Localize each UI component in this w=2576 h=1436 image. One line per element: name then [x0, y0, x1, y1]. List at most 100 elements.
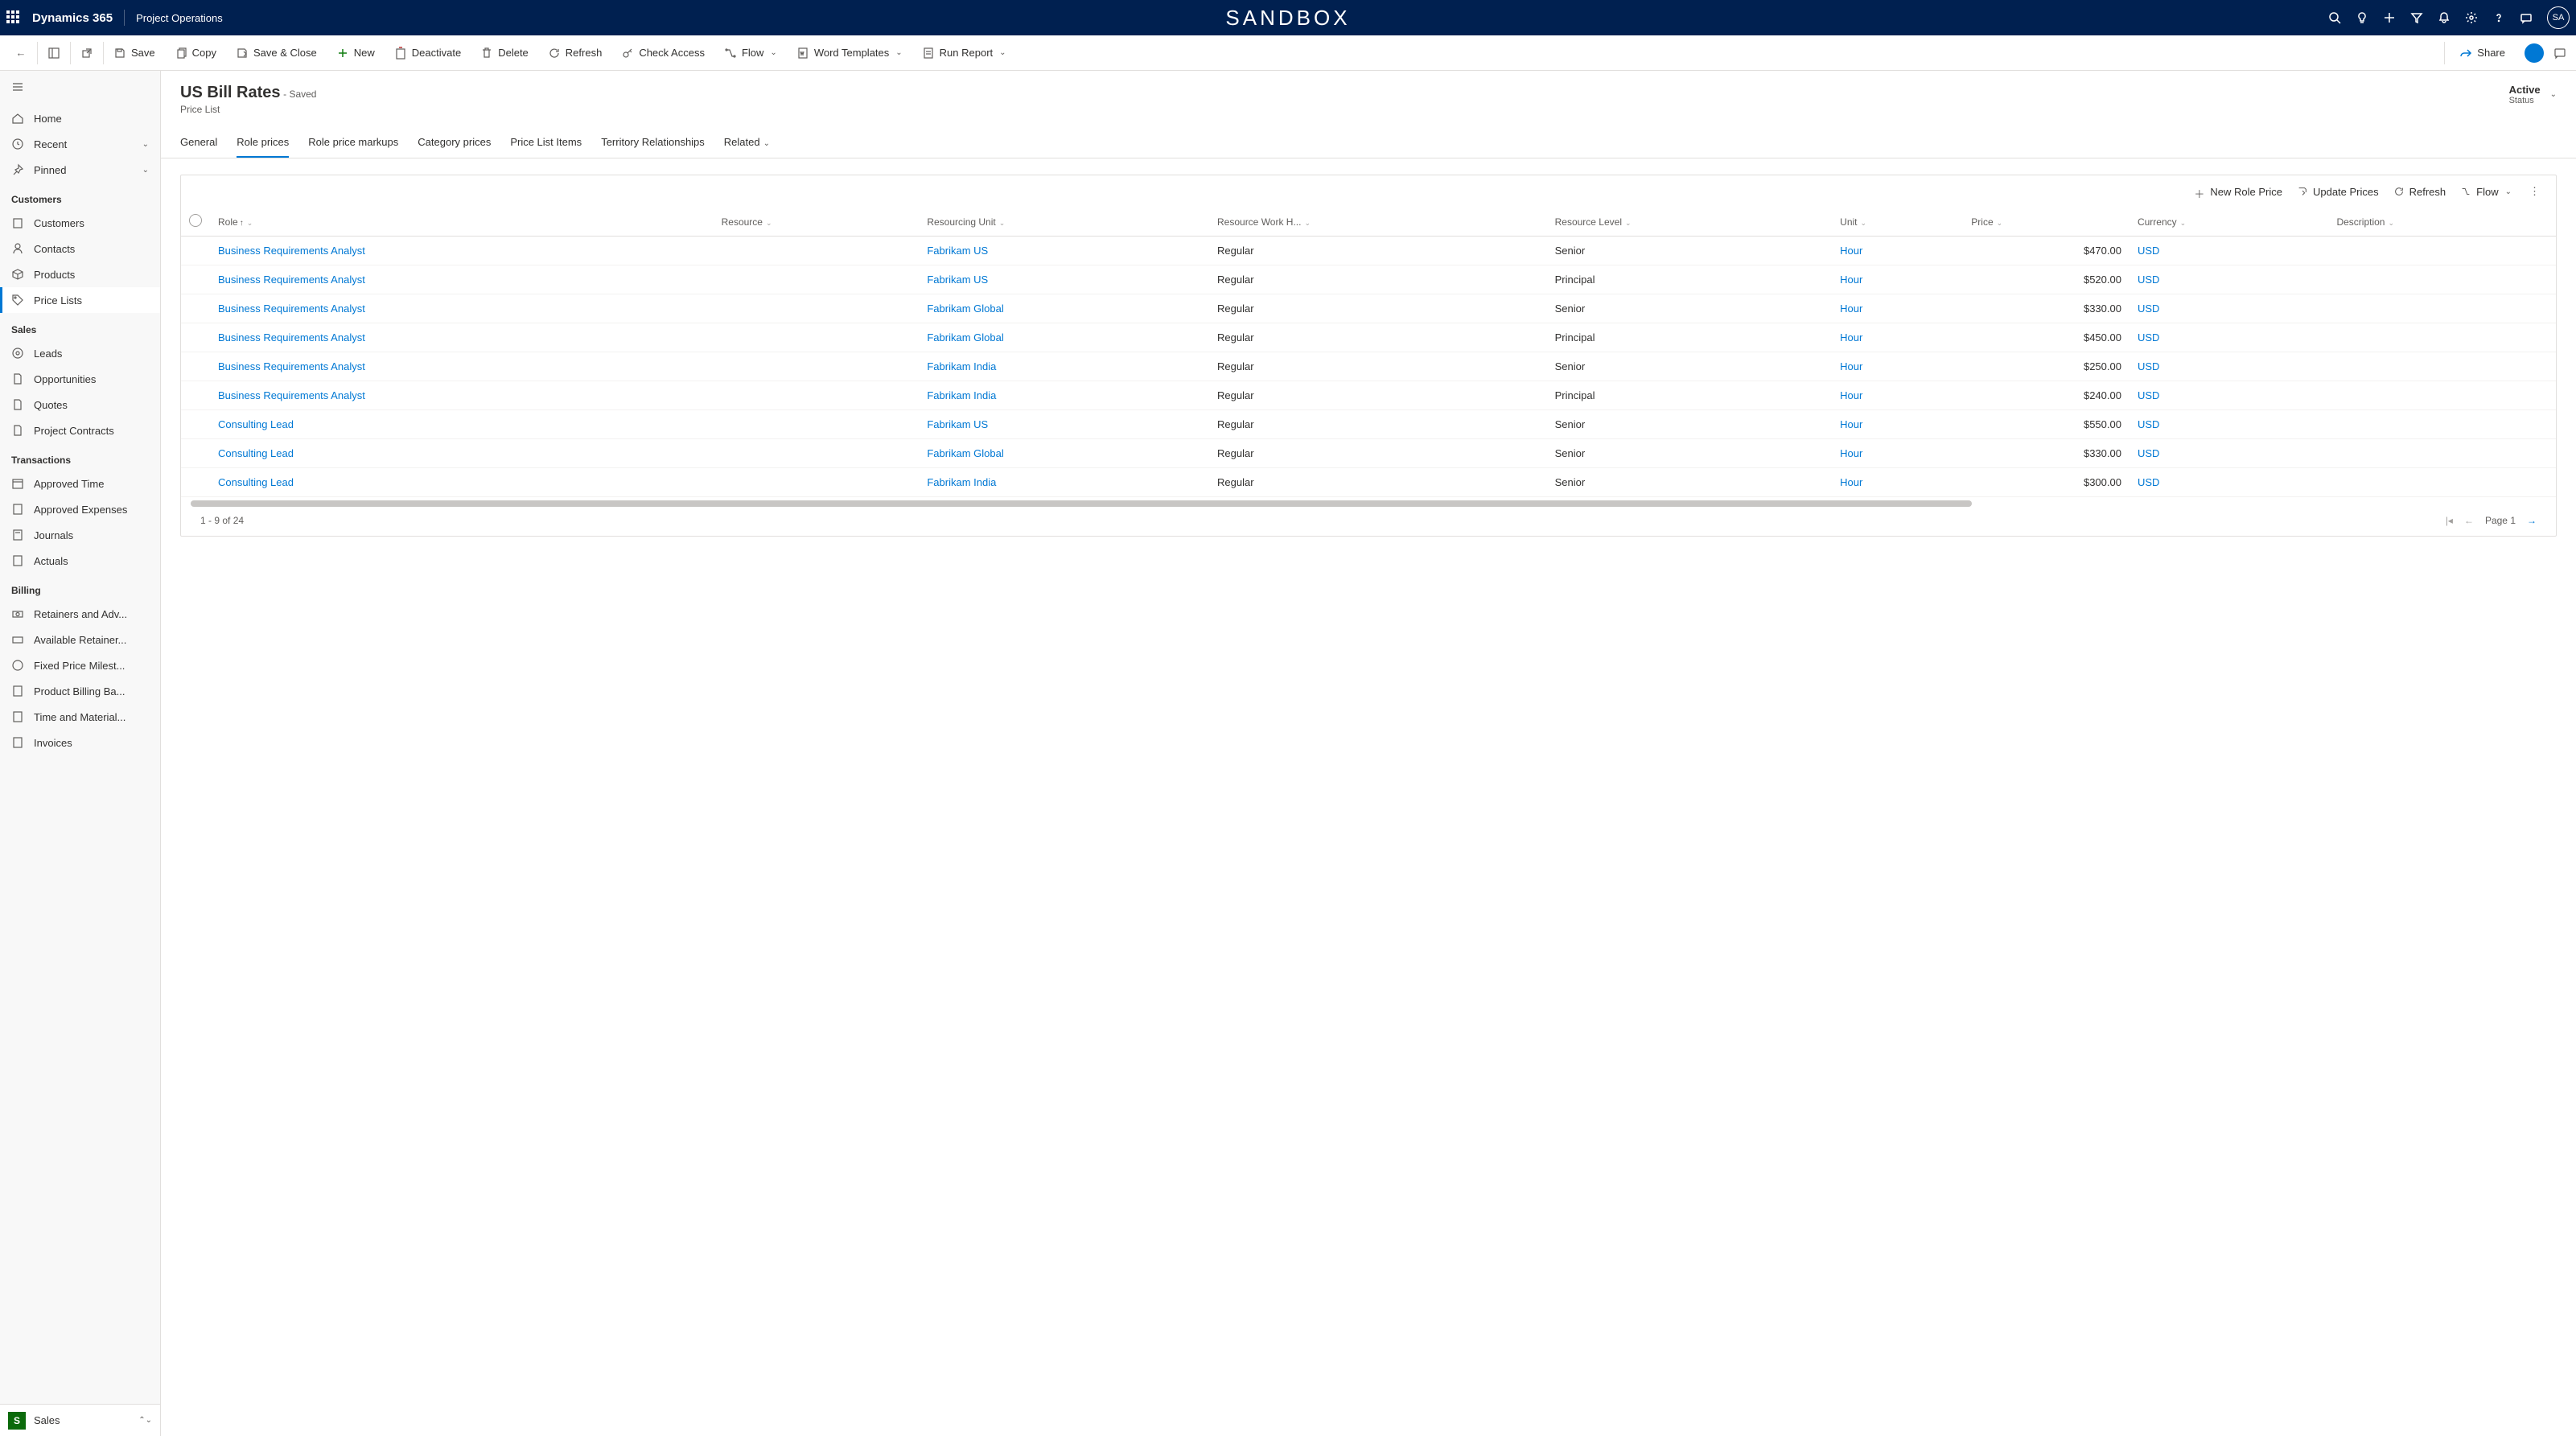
subgrid-more-button[interactable]: ⋮	[2526, 185, 2543, 198]
role-link[interactable]: Business Requirements Analyst	[218, 274, 365, 286]
row-select[interactable]	[181, 237, 210, 265]
nav-actuals[interactable]: Actuals	[0, 548, 160, 574]
subgrid-flow-button[interactable]: Flow⌄	[2460, 186, 2512, 198]
currency-link[interactable]: USD	[2138, 274, 2159, 286]
row-select[interactable]	[181, 410, 210, 439]
table-row[interactable]: Business Requirements Analyst Fabrikam Gl…	[181, 323, 2556, 352]
cell-work-hours[interactable]: Regular	[1209, 381, 1547, 410]
row-select[interactable]	[181, 468, 210, 497]
back-button[interactable]: ←	[5, 35, 37, 71]
cell-level[interactable]: Principal	[1547, 381, 1833, 410]
table-row[interactable]: Consulting LeadFabrikam IndiaRegularSeni…	[181, 468, 2556, 497]
cell-resourcing-unit[interactable]: Fabrikam Global	[919, 323, 1209, 352]
cell-role[interactable]: Consulting Lead	[210, 439, 714, 468]
cell-resourcing-unit[interactable]: Fabrikam US	[919, 237, 1209, 265]
nav-price-lists[interactable]: Price Lists	[0, 287, 160, 313]
cell-currency[interactable]: USD	[2130, 265, 2328, 294]
cell-description[interactable]	[2328, 468, 2556, 497]
nav-approved-time[interactable]: Approved Time	[0, 471, 160, 496]
unit-link[interactable]: Hour	[1840, 447, 1862, 459]
role-link[interactable]: Business Requirements Analyst	[218, 331, 365, 344]
role-link[interactable]: Business Requirements Analyst	[218, 389, 365, 401]
cell-currency[interactable]: USD	[2130, 323, 2328, 352]
cell-work-hours[interactable]: Regular	[1209, 468, 1547, 497]
cell-unit[interactable]: Hour	[1832, 410, 1963, 439]
role-link[interactable]: Consulting Lead	[218, 418, 294, 430]
nav-recent[interactable]: Recent⌄	[0, 131, 160, 157]
nav-customers[interactable]: Customers	[0, 210, 160, 236]
cell-description[interactable]	[2328, 410, 2556, 439]
module-label[interactable]: Project Operations	[136, 12, 223, 24]
cell-resource[interactable]	[714, 468, 920, 497]
unit-org-link[interactable]: Fabrikam Global	[927, 302, 1003, 315]
cell-level[interactable]: Senior	[1547, 294, 1833, 323]
table-row[interactable]: Business Requirements AnalystFabrikam Gl…	[181, 294, 2556, 323]
row-select[interactable]	[181, 439, 210, 468]
nav-contacts[interactable]: Contacts	[0, 236, 160, 261]
table-row[interactable]: Business Requirements Analyst Fabrikam US…	[181, 265, 2556, 294]
cell-work-hours[interactable]: Regular	[1209, 237, 1547, 265]
row-select[interactable]	[181, 352, 210, 381]
cell-unit[interactable]: Hour	[1832, 237, 1963, 265]
cell-work-hours[interactable]: Regular	[1209, 265, 1547, 294]
horizontal-scrollbar[interactable]	[191, 500, 1972, 507]
word-templates-button[interactable]: Word Templates⌄	[787, 35, 912, 71]
nav-opportunities[interactable]: Opportunities	[0, 366, 160, 392]
unit-org-link[interactable]: Fabrikam India	[927, 360, 996, 372]
pager-next-button[interactable]: →	[2527, 515, 2537, 526]
col-role[interactable]: Role↑⌄	[210, 208, 714, 237]
new-role-price-button[interactable]: ＋New Role Price	[2194, 186, 2282, 198]
table-row[interactable]: Business Requirements AnalystFabrikam In…	[181, 352, 2556, 381]
row-select[interactable]	[181, 265, 210, 294]
subgrid-refresh-button[interactable]: Refresh	[2393, 186, 2446, 198]
lightbulb-icon[interactable]	[2356, 11, 2368, 24]
check-access-button[interactable]: Check Access	[611, 35, 714, 71]
cell-price[interactable]: $330.00	[1963, 439, 2130, 468]
copy-button[interactable]: Copy	[165, 35, 226, 71]
status-field[interactable]: Active Status ⌄	[2509, 84, 2557, 105]
cell-price[interactable]: $330.00	[1963, 294, 2130, 323]
gear-icon[interactable]	[2465, 11, 2478, 24]
cell-description[interactable]	[2328, 381, 2556, 410]
plus-icon[interactable]	[2383, 11, 2396, 24]
bell-icon[interactable]	[2438, 11, 2450, 24]
assistant-pane-button[interactable]	[2549, 35, 2571, 71]
currency-link[interactable]: USD	[2138, 331, 2159, 344]
flow-button[interactable]: Flow⌄	[714, 35, 787, 71]
cell-role[interactable]: Business Requirements Analyst	[210, 237, 714, 265]
new-button[interactable]: New	[327, 35, 385, 71]
cell-level[interactable]: Senior	[1547, 410, 1833, 439]
nav-leads[interactable]: Leads	[0, 340, 160, 366]
unit-link[interactable]: Hour	[1840, 245, 1862, 257]
cell-work-hours[interactable]: Regular	[1209, 410, 1547, 439]
nav-fixed-price[interactable]: Fixed Price Milest...	[0, 652, 160, 678]
nav-time-material[interactable]: Time and Material...	[0, 704, 160, 730]
delete-button[interactable]: Delete	[471, 35, 538, 71]
nav-retainers[interactable]: Retainers and Adv...	[0, 601, 160, 627]
cell-resource[interactable]	[714, 323, 920, 352]
currency-link[interactable]: USD	[2138, 447, 2159, 459]
unit-org-link[interactable]: Fabrikam Global	[927, 331, 1003, 344]
cell-resource[interactable]	[714, 439, 920, 468]
tab-related[interactable]: Related⌄	[724, 128, 770, 158]
filter-icon[interactable]	[2410, 11, 2423, 24]
unit-org-link[interactable]: Fabrikam US	[927, 274, 988, 286]
cell-resourcing-unit[interactable]: Fabrikam Global	[919, 439, 1209, 468]
unit-link[interactable]: Hour	[1840, 389, 1862, 401]
cell-resource[interactable]	[714, 410, 920, 439]
share-button[interactable]: Share	[2450, 35, 2515, 71]
assistant-icon[interactable]	[2520, 11, 2533, 24]
deactivate-button[interactable]: Deactivate	[385, 35, 471, 71]
cell-resourcing-unit[interactable]: Fabrikam Global	[919, 294, 1209, 323]
cell-resource[interactable]	[714, 265, 920, 294]
col-resourcing-unit[interactable]: Resourcing Unit⌄	[919, 208, 1209, 237]
col-price[interactable]: Price⌄	[1963, 208, 2130, 237]
cell-unit[interactable]: Hour	[1832, 381, 1963, 410]
unit-org-link[interactable]: Fabrikam Global	[927, 447, 1003, 459]
unit-link[interactable]: Hour	[1840, 302, 1862, 315]
cell-unit[interactable]: Hour	[1832, 323, 1963, 352]
nav-home[interactable]: Home	[0, 105, 160, 131]
cell-unit[interactable]: Hour	[1832, 352, 1963, 381]
run-report-button[interactable]: Run Report⌄	[912, 35, 1016, 71]
cell-currency[interactable]: USD	[2130, 294, 2328, 323]
